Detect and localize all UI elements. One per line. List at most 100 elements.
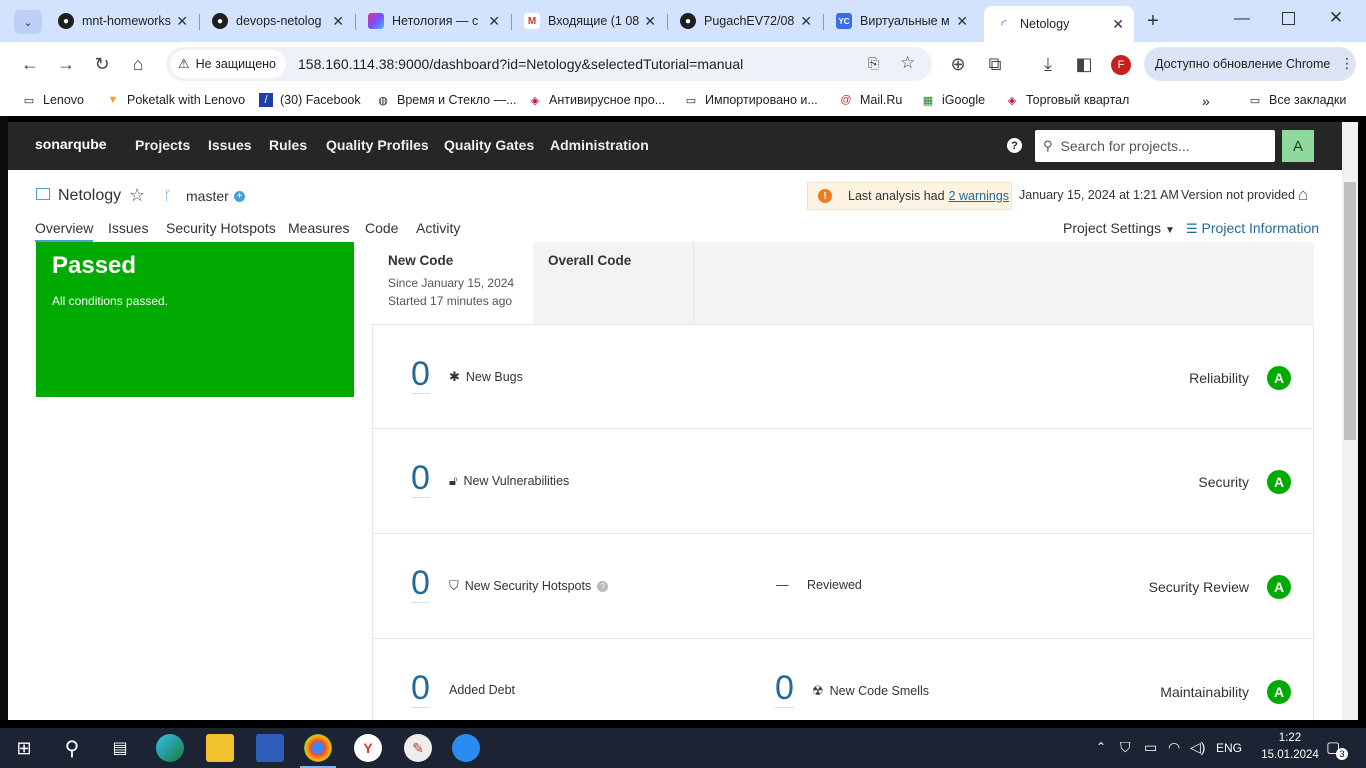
- help-circle-icon[interactable]: ?: [597, 580, 609, 592]
- bookmark-mailru[interactable]: @ Mail.Ru: [839, 93, 902, 107]
- scroll-thumb[interactable]: [1344, 182, 1356, 440]
- tab-yandex-cloud-vms[interactable]: YC Виртуальные м ✕: [824, 8, 978, 34]
- user-avatar[interactable]: A: [1282, 130, 1314, 162]
- extensions-icon[interactable]: ⧉: [983, 52, 1007, 76]
- bookmark-antivirus[interactable]: ◈ Антивирусное про...: [528, 93, 665, 107]
- page-scrollbar[interactable]: [1342, 122, 1358, 720]
- period-tab-overall-code[interactable]: Overall Code: [533, 242, 694, 324]
- side-panel-icon[interactable]: ◧: [1072, 52, 1096, 76]
- edge-icon[interactable]: [156, 734, 184, 762]
- close-icon[interactable]: ✕: [332, 13, 344, 30]
- warnings-link[interactable]: 2 warnings: [949, 189, 1009, 203]
- branch-name[interactable]: master: [186, 188, 229, 204]
- reliability-rating[interactable]: A: [1267, 366, 1291, 390]
- close-icon[interactable]: ✕: [488, 13, 500, 30]
- home-page-icon[interactable]: ⌂: [1298, 185, 1308, 205]
- profile-avatar[interactable]: F: [1111, 55, 1131, 75]
- new-bugs-value[interactable]: 0: [411, 355, 430, 394]
- tray-chevron-icon[interactable]: ⌃: [1096, 740, 1106, 754]
- tab-mnt-homeworks[interactable]: ● mnt-homeworks ✕: [46, 8, 198, 34]
- minimize-button[interactable]: —: [1230, 10, 1254, 32]
- clock-time[interactable]: 1:22: [1264, 732, 1316, 744]
- network-app-icon[interactable]: [256, 734, 284, 762]
- project-settings-menu[interactable]: Project Settings ▼: [1063, 220, 1175, 236]
- added-debt-value[interactable]: 0: [411, 669, 430, 708]
- maintainability-rating[interactable]: A: [1267, 680, 1291, 704]
- chrome-icon[interactable]: [304, 734, 332, 762]
- tab-measures[interactable]: Measures: [288, 220, 349, 236]
- volume-icon[interactable]: ◁): [1190, 739, 1205, 756]
- nav-quality-profiles[interactable]: Quality Profiles: [326, 137, 429, 153]
- defender-icon[interactable]: ⛉: [1120, 739, 1131, 756]
- download-icon[interactable]: ⤓: [1036, 52, 1060, 76]
- tab-activity[interactable]: Activity: [416, 220, 460, 236]
- project-name[interactable]: Netology: [58, 187, 121, 205]
- close-icon[interactable]: ✕: [1112, 16, 1124, 33]
- translate-icon[interactable]: ⎘: [868, 55, 879, 72]
- nav-rules[interactable]: Rules: [269, 137, 307, 153]
- globe-extension-icon[interactable]: ⊕: [946, 52, 970, 76]
- tab-search-button[interactable]: ⌄: [14, 10, 42, 34]
- battery-icon[interactable]: ▭: [1144, 739, 1157, 756]
- tab-netology-site[interactable]: Нетология — с ✕: [356, 8, 510, 34]
- new-hotspots-value[interactable]: 0: [411, 564, 430, 603]
- task-view-icon[interactable]: ▤: [106, 734, 134, 762]
- bookmark-poketalk[interactable]: ▼ Poketalk with Lenovo: [106, 93, 246, 107]
- tab-gmail-inbox[interactable]: M Входящие (1 08 ✕: [512, 8, 666, 34]
- tab-devops-netology[interactable]: ● devops-netolog ✕: [200, 8, 354, 34]
- paint-app-icon[interactable]: ✎: [404, 734, 432, 762]
- close-icon[interactable]: ✕: [956, 13, 968, 30]
- bookmark-imported[interactable]: ▭ Импортировано и...: [684, 93, 818, 107]
- bookmarks-overflow-icon[interactable]: »: [1202, 93, 1210, 109]
- tab-pugachev-repo[interactable]: ● PugachEV72/08 ✕: [668, 8, 822, 34]
- bookmark-igoogle[interactable]: ▦ iGoogle: [921, 93, 985, 107]
- language-indicator[interactable]: ENG: [1216, 741, 1242, 755]
- branch-info-icon[interactable]: +: [234, 191, 245, 202]
- nav-quality-gates[interactable]: Quality Gates: [444, 137, 534, 153]
- security-review-rating[interactable]: A: [1267, 575, 1291, 599]
- bookmark-star-icon[interactable]: ☆: [900, 53, 915, 73]
- bookmark-facebook[interactable]: / (30) Facebook: [259, 93, 361, 107]
- close-icon[interactable]: ✕: [644, 13, 656, 30]
- url-text[interactable]: 158.160.114.38:9000/dashboard?id=Netolog…: [298, 56, 743, 72]
- period-tab-new-code[interactable]: New Code Since January 15, 2024 Started …: [372, 242, 533, 324]
- new-code-smells-value[interactable]: 0: [775, 669, 794, 708]
- new-tab-button[interactable]: +: [1142, 8, 1164, 34]
- nav-projects[interactable]: Projects: [135, 137, 190, 153]
- tab-overview[interactable]: Overview: [35, 220, 94, 242]
- project-search-input[interactable]: ⚲ Search for projects...: [1035, 130, 1275, 162]
- thunderbird-icon[interactable]: [452, 734, 480, 762]
- new-vulnerabilities-value[interactable]: 0: [411, 459, 430, 498]
- clock-date[interactable]: 15.01.2024: [1250, 749, 1330, 761]
- help-icon[interactable]: ?: [1007, 138, 1022, 153]
- close-icon[interactable]: ✕: [176, 13, 188, 30]
- forward-icon[interactable]: →: [54, 52, 78, 76]
- tab-issues[interactable]: Issues: [108, 220, 148, 236]
- nav-issues[interactable]: Issues: [208, 137, 252, 153]
- tab-security-hotspots[interactable]: Security Hotspots: [166, 220, 276, 236]
- nav-administration[interactable]: Administration: [550, 137, 649, 153]
- bookmark-torgovy[interactable]: ◈ Торговый квартал: [1005, 93, 1130, 107]
- reload-icon[interactable]: ↻: [90, 52, 114, 76]
- close-window-button[interactable]: ✕: [1326, 8, 1346, 32]
- close-icon[interactable]: ✕: [800, 13, 812, 30]
- wifi-icon[interactable]: ◠: [1168, 739, 1180, 756]
- yandex-browser-icon[interactable]: Y: [354, 734, 382, 762]
- chrome-update-button[interactable]: Доступно обновление Chrome ⋮: [1144, 47, 1356, 81]
- home-icon[interactable]: ⌂: [126, 52, 150, 76]
- file-explorer-icon[interactable]: [206, 734, 234, 762]
- security-chip[interactable]: ⚠ Не защищено: [170, 50, 287, 78]
- sonarqube-logo[interactable]: sonarqube: [35, 136, 107, 152]
- windows-start-icon[interactable]: ⊞: [10, 734, 38, 762]
- tab-code[interactable]: Code: [365, 220, 398, 236]
- all-bookmarks[interactable]: ▭ Все закладки: [1248, 93, 1347, 107]
- back-icon[interactable]: ←: [18, 52, 42, 76]
- more-vert-icon[interactable]: ⋮: [1340, 55, 1354, 72]
- project-information-link[interactable]: ☰ Project Information: [1186, 220, 1319, 237]
- search-icon[interactable]: ⚲: [58, 734, 86, 762]
- security-rating[interactable]: A: [1267, 470, 1291, 494]
- bookmark-vremya-steklo[interactable]: ◍ Время и Стекло —...: [376, 93, 516, 107]
- bookmark-lenovo[interactable]: ▭ Lenovo: [22, 93, 84, 107]
- maximize-button[interactable]: [1282, 12, 1295, 25]
- tab-netology-active[interactable]: ◜ Netology ✕: [984, 6, 1134, 42]
